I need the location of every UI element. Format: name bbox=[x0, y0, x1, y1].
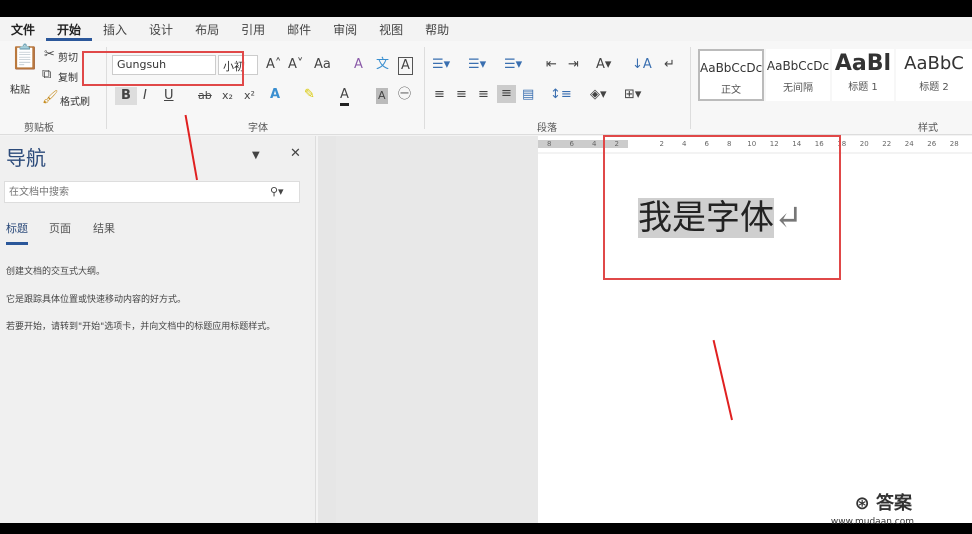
ruler-tick: 24 bbox=[904, 140, 914, 148]
borders-icon[interactable]: ⊞▾ bbox=[624, 87, 641, 103]
font-color-icon[interactable]: A bbox=[340, 87, 349, 106]
clipboard-group-label: 剪贴板 bbox=[24, 123, 54, 134]
nav-tab-headings[interactable]: 标题 bbox=[6, 220, 28, 245]
tab-insert[interactable]: 插入 bbox=[92, 17, 138, 41]
ribbon-tabs: 文件 开始 插入 设计 布局 引用 邮件 审阅 视图 帮助 bbox=[0, 17, 972, 41]
separator bbox=[424, 47, 425, 129]
align-right-icon[interactable]: ≡ bbox=[478, 87, 489, 103]
style-heading-1[interactable]: AaBl 标题 1 bbox=[832, 49, 894, 101]
asian-layout-icon[interactable]: A▾ bbox=[596, 57, 611, 73]
line-spacing-icon[interactable]: ↕≡ bbox=[550, 87, 572, 103]
style-preview: AaBbCcDc bbox=[700, 61, 763, 75]
copy-button[interactable]: 复制 bbox=[58, 69, 80, 84]
style-name: 标题 2 bbox=[919, 82, 949, 93]
style-normal[interactable]: AaBbCcDc 正文 bbox=[698, 49, 764, 101]
navigation-pane: 导航 ▼ ✕ ⚲▾ 标题 页面 结果 创建文档的交互式大纲。 它是跟踪具体位置或… bbox=[0, 136, 316, 523]
sort-icon[interactable]: ↓A bbox=[632, 57, 652, 73]
cut-icon[interactable]: ✂ bbox=[44, 47, 55, 63]
multilevel-list-icon[interactable]: ☰▾ bbox=[504, 57, 522, 73]
strikethrough-button[interactable]: ab bbox=[198, 88, 212, 104]
search-icon[interactable]: ⚲▾ bbox=[270, 184, 284, 200]
document-background bbox=[336, 136, 538, 523]
format-painter-button[interactable]: 格式刷 bbox=[60, 93, 90, 108]
watermark-logo: ⊛ 答案 bbox=[854, 493, 912, 514]
italic-button[interactable]: I bbox=[143, 88, 147, 104]
copy-icon[interactable]: ⧉ bbox=[42, 67, 51, 83]
clear-format-icon[interactable]: A bbox=[354, 57, 363, 73]
tab-home[interactable]: 开始 bbox=[46, 17, 93, 41]
vertical-ruler[interactable] bbox=[318, 136, 336, 523]
justify-icon[interactable]: ≡ bbox=[497, 85, 516, 103]
shading-icon[interactable]: ◈▾ bbox=[590, 87, 607, 103]
ruler-tick: 28 bbox=[949, 140, 959, 148]
decrease-indent-icon[interactable]: ⇤ bbox=[546, 57, 557, 73]
watermark-url: www.mudaan.com bbox=[830, 517, 914, 527]
nav-title: 导航 bbox=[6, 146, 46, 170]
enclose-char-icon[interactable]: ㊀ bbox=[398, 87, 411, 103]
nav-tab-results[interactable]: 结果 bbox=[93, 220, 115, 236]
tab-mailings[interactable]: 邮件 bbox=[276, 17, 322, 41]
text-effects-icon[interactable]: A bbox=[270, 87, 280, 103]
distribute-icon[interactable]: ▤ bbox=[522, 87, 534, 103]
align-center-icon[interactable]: ≡ bbox=[456, 87, 467, 103]
align-left-icon[interactable]: ≡ bbox=[434, 87, 445, 103]
style-name: 无间隔 bbox=[783, 83, 813, 94]
nav-hint: 它是跟踪具体位置或快速移动内容的好方式。 bbox=[6, 295, 187, 305]
tab-review[interactable]: 审阅 bbox=[322, 17, 368, 41]
phonetic-icon[interactable]: 文 bbox=[376, 57, 389, 73]
font-group-label: 字体 bbox=[248, 123, 268, 134]
change-case-icon[interactable]: Aa bbox=[314, 57, 331, 73]
close-icon[interactable]: ✕ bbox=[290, 146, 301, 162]
tab-file[interactable]: 文件 bbox=[0, 17, 46, 41]
word-window: 文件 开始 插入 设计 布局 引用 邮件 审阅 视图 帮助 📋 粘贴 ✂ 剪切 … bbox=[0, 17, 972, 527]
numbering-icon[interactable]: ☰▾ bbox=[468, 57, 486, 73]
ruler-tick: 20 bbox=[859, 140, 869, 148]
bullets-icon[interactable]: ☰▾ bbox=[432, 57, 450, 73]
tab-view[interactable]: 视图 bbox=[368, 17, 414, 41]
highlight-box-font bbox=[82, 51, 244, 86]
underline-button[interactable]: U bbox=[164, 88, 174, 104]
increase-indent-icon[interactable]: ⇥ bbox=[568, 57, 579, 73]
style-preview: AaBl bbox=[834, 51, 892, 76]
superscript-button[interactable]: x² bbox=[244, 88, 255, 104]
style-heading-2[interactable]: AaBbC 标题 2 bbox=[896, 49, 972, 101]
style-preview: AaBbC bbox=[904, 53, 964, 74]
tab-layout[interactable]: 布局 bbox=[184, 17, 230, 41]
search-input[interactable] bbox=[4, 181, 300, 203]
style-name: 标题 1 bbox=[848, 82, 878, 93]
subscript-button[interactable]: x₂ bbox=[222, 88, 233, 104]
show-marks-icon[interactable]: ↵ bbox=[664, 57, 675, 73]
char-border-icon[interactable]: A bbox=[398, 57, 413, 75]
nav-options-icon[interactable]: ▼ bbox=[252, 148, 260, 164]
tab-help[interactable]: 帮助 bbox=[414, 17, 460, 41]
ruler-tick: 22 bbox=[882, 140, 892, 148]
styles-group-label: 样式 bbox=[918, 123, 938, 134]
shrink-font-icon[interactable]: A˅ bbox=[288, 57, 303, 73]
separator bbox=[690, 47, 691, 129]
paste-button[interactable]: 粘贴 bbox=[10, 81, 30, 96]
tab-design[interactable]: 设计 bbox=[138, 17, 184, 41]
format-painter-icon[interactable]: 🖌 bbox=[42, 90, 59, 106]
cut-button[interactable]: 剪切 bbox=[58, 49, 80, 64]
bold-button[interactable]: B bbox=[115, 87, 137, 105]
ruler-tick: 26 bbox=[927, 140, 937, 148]
style-no-spacing[interactable]: AaBbCcDc 无间隔 bbox=[766, 49, 830, 101]
nav-hint: 创建文档的交互式大纲。 bbox=[6, 267, 106, 277]
ruler-tick: 8 bbox=[538, 140, 561, 148]
tab-references[interactable]: 引用 bbox=[230, 17, 276, 41]
watermark-brand: 答案 bbox=[876, 493, 912, 514]
highlight-icon[interactable]: ✎ bbox=[304, 87, 315, 103]
paste-icon[interactable]: 📋 bbox=[10, 45, 40, 69]
paragraph-group-label: 段落 bbox=[537, 123, 557, 134]
nav-tab-pages[interactable]: 页面 bbox=[49, 220, 71, 236]
nav-hint: 若要开始，请转到"开始"选项卡，并向文档中的标题应用标题样式。 bbox=[6, 322, 276, 332]
grow-font-icon[interactable]: A˄ bbox=[266, 57, 281, 73]
ruler-tick: 6 bbox=[560, 140, 583, 148]
highlight-box-text bbox=[603, 135, 841, 280]
style-name: 正文 bbox=[721, 85, 741, 96]
char-shading-icon[interactable]: A bbox=[376, 88, 388, 104]
style-preview: AaBbCcDc bbox=[766, 59, 830, 73]
